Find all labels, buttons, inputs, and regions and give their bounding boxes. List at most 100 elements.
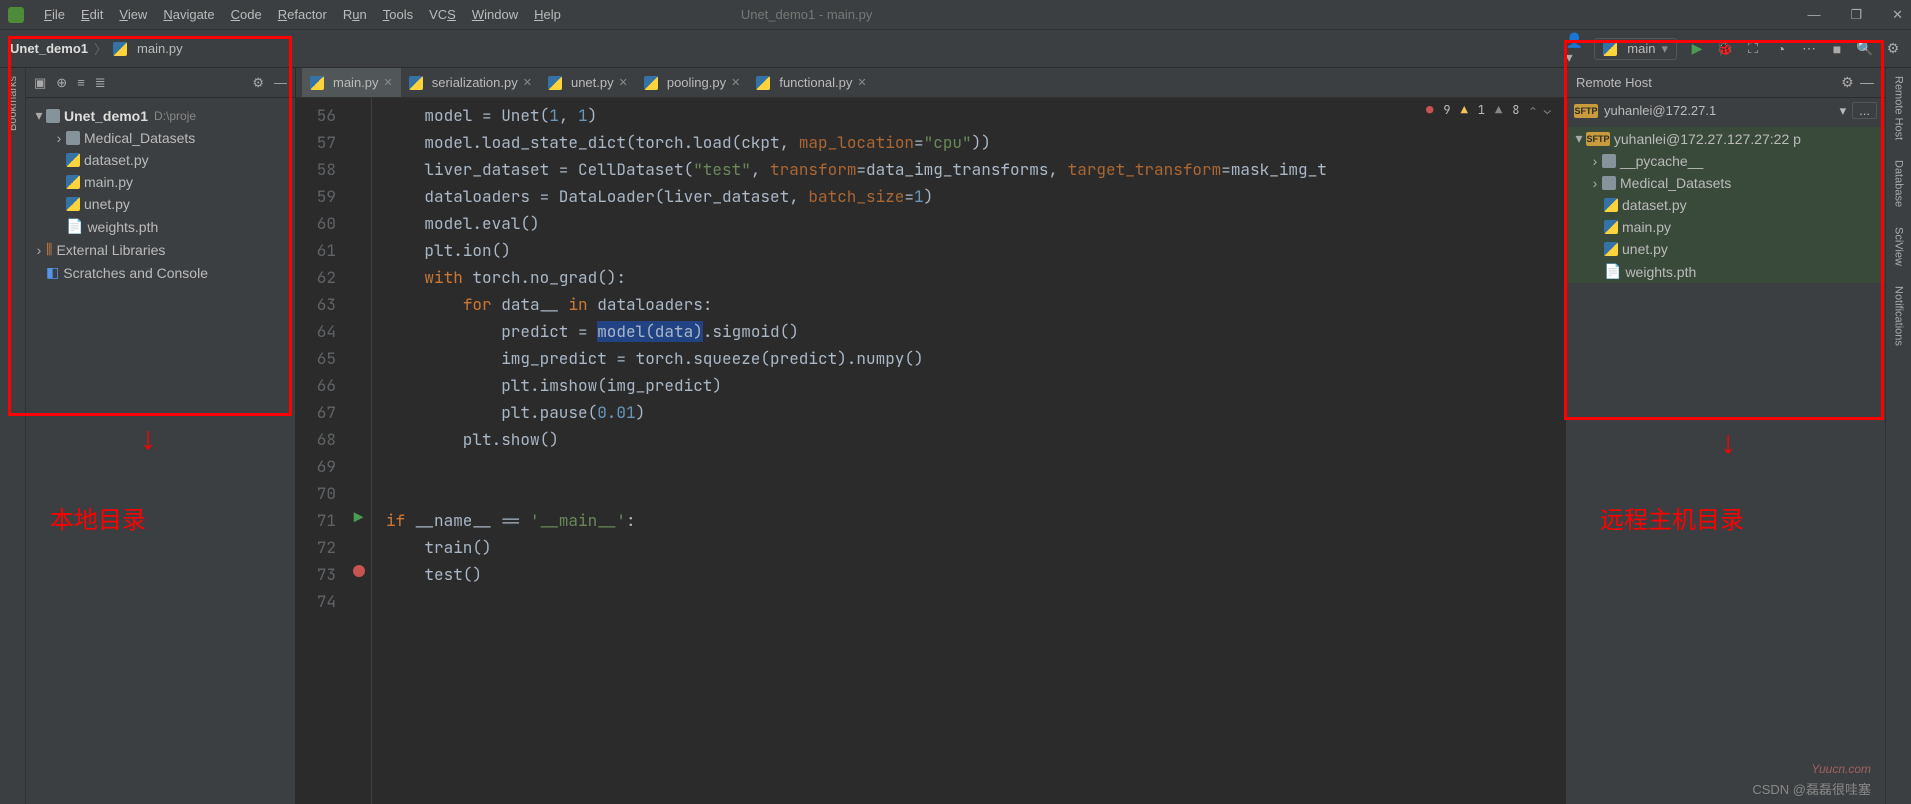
python-icon <box>1604 198 1618 212</box>
tree-item[interactable]: dataset.py <box>26 149 295 171</box>
crumb-project[interactable]: Unet_demo1 <box>10 41 88 56</box>
menu-window[interactable]: Window <box>472 7 518 22</box>
expand-icon[interactable]: ≡ <box>77 75 85 90</box>
tab-main[interactable]: main.py✕ <box>302 68 401 97</box>
annotation-right-label: 远程主机目录 <box>1600 500 1744 535</box>
menu-help[interactable]: Help <box>534 7 561 22</box>
remote-item[interactable]: unet.py <box>1566 238 1885 260</box>
menu-bar: File Edit View Navigate Code Refactor Ru… <box>44 7 561 22</box>
python-icon <box>409 76 423 90</box>
close-icon[interactable]: ✕ <box>731 76 740 89</box>
tree-item[interactable]: ›Medical_Datasets <box>26 127 295 149</box>
python-icon <box>1604 220 1618 234</box>
remote-item[interactable]: ›Medical_Datasets <box>1566 172 1885 194</box>
notifications-tool[interactable]: Notifications <box>1893 286 1905 346</box>
menu-edit[interactable]: Edit <box>81 7 103 22</box>
tab-pooling[interactable]: pooling.py✕ <box>636 68 749 97</box>
nav-bar: Unet_demo1 〉 main.py 👤▾ main ▾ ▶ 🐞 ⛶ ◔ ⋯… <box>0 30 1911 68</box>
menu-view[interactable]: View <box>119 7 147 22</box>
inspection-widget[interactable]: ●9 ▲1 ▲8 ⌃ ⌄ <box>1426 102 1551 118</box>
python-icon <box>66 175 80 189</box>
run-icon[interactable]: ▶ <box>1689 41 1705 57</box>
sftp-icon: SFTP <box>1574 104 1598 118</box>
maximize-icon[interactable]: ❐ <box>1850 7 1862 23</box>
remote-item[interactable]: 📄weights.pth <box>1566 260 1885 283</box>
project-tree[interactable]: ▾ Unet_demo1 D:\proje ›Medical_Datasets … <box>26 98 295 804</box>
tab-unet[interactable]: unet.py✕ <box>540 68 636 97</box>
python-icon <box>1604 242 1618 256</box>
tree-root[interactable]: ▾ Unet_demo1 D:\proje <box>26 104 295 127</box>
user-icon[interactable]: 👤▾ <box>1566 41 1582 57</box>
database-tool[interactable]: Database <box>1893 160 1905 207</box>
python-icon <box>113 42 127 56</box>
python-icon <box>756 76 770 90</box>
minimize-icon[interactable]: — <box>1807 7 1820 23</box>
crumb-file[interactable]: main.py <box>137 41 183 56</box>
tree-item[interactable]: unet.py <box>26 193 295 215</box>
profile-icon[interactable]: ◔ <box>1773 41 1789 57</box>
external-libraries[interactable]: ›⫼External Libraries <box>26 238 295 261</box>
hide-icon[interactable]: — <box>274 75 287 90</box>
menu-tools[interactable]: Tools <box>383 7 413 22</box>
annotation-left-label: 本地目录 <box>50 500 146 535</box>
bookmarks-tool[interactable]: Bookmarks <box>7 76 19 131</box>
watermark-yuucn: Yuucn.com <box>1811 762 1871 776</box>
left-gutter: Bookmarks <box>0 68 26 804</box>
python-icon <box>548 76 562 90</box>
run-config-selector[interactable]: main ▾ <box>1594 38 1677 60</box>
scratches-console[interactable]: ◧Scratches and Console <box>26 261 295 284</box>
menu-file[interactable]: File <box>44 7 65 22</box>
collapse-icon[interactable]: ≣ <box>95 75 106 91</box>
sftp-icon: SFTP <box>1586 132 1610 146</box>
close-icon[interactable]: ✕ <box>619 76 628 89</box>
app-icon <box>8 7 24 23</box>
close-icon[interactable]: ✕ <box>857 76 866 89</box>
hide-icon[interactable]: — <box>1859 74 1875 90</box>
close-icon[interactable]: ✕ <box>523 76 532 89</box>
remote-item[interactable]: ›__pycache__ <box>1566 150 1885 172</box>
folder-icon <box>1602 154 1616 168</box>
tree-item[interactable]: main.py <box>26 171 295 193</box>
remote-root[interactable]: ▾SFTP yuhanlei@172.27.127.27:22 p <box>1566 127 1885 150</box>
folder-icon <box>1602 176 1616 190</box>
more-button[interactable]: ... <box>1852 102 1877 119</box>
close-icon[interactable]: ✕ <box>1892 7 1903 23</box>
editor: main.py✕ serialization.py✕ unet.py✕ pool… <box>296 68 1565 804</box>
settings-gear-icon[interactable]: ⚙ <box>252 75 264 91</box>
arrow-down-icon: ↓ <box>140 420 156 457</box>
server-selector[interactable]: SFTP yuhanlei@172.27.1▾ ... <box>1566 98 1885 123</box>
remote-tree[interactable]: ▾SFTP yuhanlei@172.27.127.27:22 p ›__pyc… <box>1566 123 1885 804</box>
code-content[interactable]: model = Unet(1, 1) model.load_state_dict… <box>372 98 1565 804</box>
menu-code[interactable]: Code <box>231 7 262 22</box>
menu-navigate[interactable]: Navigate <box>163 7 214 22</box>
menu-vcs[interactable]: VCS <box>429 7 456 22</box>
folder-icon <box>66 131 80 145</box>
watermark-csdn: CSDN @磊磊很哇塞 <box>1752 779 1871 798</box>
settings-gear-icon[interactable]: ⚙ <box>1839 75 1855 91</box>
editor-tabs: main.py✕ serialization.py✕ unet.py✕ pool… <box>296 68 1565 98</box>
tree-item[interactable]: 📄weights.pth <box>26 215 295 238</box>
tab-serialization[interactable]: serialization.py✕ <box>401 68 540 97</box>
debug-icon[interactable]: 🐞 <box>1717 41 1733 57</box>
python-icon <box>644 76 658 90</box>
coverage-icon[interactable]: ⛶ <box>1745 41 1761 57</box>
search-icon[interactable]: 🔍 <box>1857 41 1873 57</box>
menu-run[interactable]: Run <box>343 7 367 22</box>
python-icon <box>310 76 324 90</box>
close-icon[interactable]: ✕ <box>384 76 393 89</box>
stop-icon[interactable]: ■ <box>1829 41 1845 57</box>
python-icon <box>66 197 80 211</box>
menu-refactor[interactable]: Refactor <box>278 7 327 22</box>
remote-item[interactable]: main.py <box>1566 216 1885 238</box>
remote-host-tool[interactable]: Remote Host <box>1893 76 1905 140</box>
locate-icon[interactable]: ⊕ <box>56 75 67 91</box>
tab-functional[interactable]: functional.py✕ <box>748 68 874 97</box>
sciview-tool[interactable]: SciView <box>1893 227 1905 266</box>
arrow-down-icon: ↓ <box>1720 424 1736 461</box>
remote-item[interactable]: dataset.py <box>1566 194 1885 216</box>
project-view-icon[interactable]: ▣ <box>34 75 46 91</box>
attach-icon[interactable]: ⋯ <box>1801 41 1817 57</box>
fold-gutter[interactable]: ▶ <box>346 98 372 804</box>
settings-icon[interactable]: ⚙ <box>1885 41 1901 57</box>
code-area[interactable]: ●9 ▲1 ▲8 ⌃ ⌄ 56 57 58 59 60 61 62 63 64 … <box>296 98 1565 804</box>
